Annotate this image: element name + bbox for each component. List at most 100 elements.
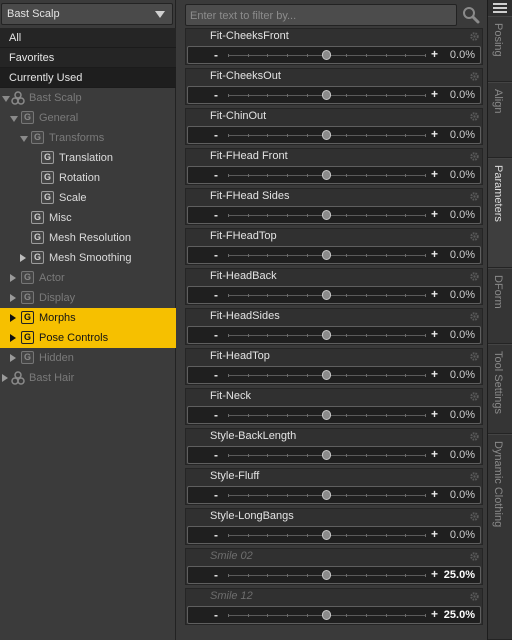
filter-currently-used[interactable]: Currently Used [0,68,176,88]
decrement-button[interactable]: - [214,168,218,182]
gear-icon[interactable] [469,351,480,362]
parameter-value[interactable]: 0.0% [450,169,475,181]
tree-item-actor[interactable]: G Actor [0,268,176,288]
parameter-slider-fit-chinout[interactable]: Fit-ChinOut - + 0.0% [185,108,483,145]
expand-right-icon[interactable] [2,374,8,382]
parameter-value[interactable]: 0.0% [450,489,475,501]
parameter-slider-fit-fhead-front[interactable]: Fit-FHead Front - + 0.0% [185,148,483,185]
increment-button[interactable]: + [431,607,438,621]
tab-posing[interactable]: Posing [488,16,512,82]
slider-knob[interactable] [322,610,331,620]
increment-button[interactable]: + [431,447,438,461]
slider-knob[interactable] [322,90,331,100]
slider-knob[interactable] [322,410,331,420]
tree-item-bast-hair[interactable]: Bast Hair [0,368,176,388]
parameter-value[interactable]: 0.0% [450,289,475,301]
decrement-button[interactable]: - [214,368,218,382]
decrement-button[interactable]: - [214,328,218,342]
parameter-value[interactable]: 0.0% [450,49,475,61]
tree-item-morphs[interactable]: G Morphs [0,308,176,328]
increment-button[interactable]: + [431,207,438,221]
parameter-value[interactable]: 0.0% [450,209,475,221]
tree-item-scale[interactable]: G Scale [0,188,176,208]
gear-icon[interactable] [469,111,480,122]
parameter-value[interactable]: 0.0% [450,249,475,261]
increment-button[interactable]: + [431,367,438,381]
parameter-value[interactable]: 0.0% [450,369,475,381]
slider-field[interactable]: - + 0.0% [187,486,481,504]
parameter-value[interactable]: 0.0% [450,129,475,141]
increment-button[interactable]: + [431,87,438,101]
increment-button[interactable]: + [431,247,438,261]
slider-field[interactable]: - + 25.0% [187,566,481,584]
tab-menu-icon[interactable] [490,1,510,15]
slider-field[interactable]: - + 0.0% [187,366,481,384]
tree-item-bast-scalp[interactable]: Bast Scalp [0,88,176,108]
tree-item-mesh-smoothing[interactable]: G Mesh Smoothing [0,248,176,268]
tree-item-mesh-resolution[interactable]: G Mesh Resolution [0,228,176,248]
expand-right-icon[interactable] [10,314,16,322]
slider-field[interactable]: - + 0.0% [187,286,481,304]
decrement-button[interactable]: - [214,488,218,502]
increment-button[interactable]: + [431,127,438,141]
decrement-button[interactable]: - [214,288,218,302]
increment-button[interactable]: + [431,527,438,541]
slider-field[interactable]: - + 0.0% [187,166,481,184]
slider-knob[interactable] [322,290,331,300]
tab-dynamic-clothing[interactable]: Dynamic Clothing [488,434,512,640]
tree-item-general[interactable]: G General [0,108,176,128]
slider-field[interactable]: - + 0.0% [187,126,481,144]
filter-search-input[interactable]: Enter text to filter by... [185,4,457,26]
filter-favorites[interactable]: Favorites [0,48,176,68]
tree-item-hidden[interactable]: G Hidden [0,348,176,368]
parameter-slider-smile-02[interactable]: Smile 02 - + 25.0% [185,548,483,585]
slider-knob[interactable] [322,490,331,500]
increment-button[interactable]: + [431,487,438,501]
chevron-down-icon[interactable] [155,11,165,18]
expand-right-icon[interactable] [10,354,16,362]
gear-icon[interactable] [469,191,480,202]
gear-icon[interactable] [469,391,480,402]
decrement-button[interactable]: - [214,248,218,262]
tree-item-misc[interactable]: G Misc [0,208,176,228]
decrement-button[interactable]: - [214,528,218,542]
parameter-slider-smile-12[interactable]: Smile 12 - + 25.0% [185,588,483,625]
slider-field[interactable]: - + 0.0% [187,86,481,104]
expand-right-icon[interactable] [10,294,16,302]
slider-knob[interactable] [322,250,331,260]
scope-dropdown[interactable]: Bast Scalp [1,3,173,25]
gear-icon[interactable] [469,431,480,442]
decrement-button[interactable]: - [214,608,218,622]
slider-field[interactable]: - + 0.0% [187,326,481,344]
search-icon[interactable] [459,5,483,25]
parameter-slider-fit-fhead-sides[interactable]: Fit-FHead Sides - + 0.0% [185,188,483,225]
slider-field[interactable]: - + 0.0% [187,526,481,544]
parameter-slider-fit-cheeksfront[interactable]: Fit-CheeksFront - + 0.0% [185,28,483,65]
gear-icon[interactable] [469,71,480,82]
parameter-value[interactable]: 25.0% [444,609,475,621]
slider-knob[interactable] [322,170,331,180]
parameter-slider-fit-headback[interactable]: Fit-HeadBack - + 0.0% [185,268,483,305]
increment-button[interactable]: + [431,327,438,341]
tree-item-pose-controls[interactable]: G Pose Controls [0,328,176,348]
tab-parameters[interactable]: Parameters [488,158,512,268]
parameter-value[interactable]: 0.0% [450,449,475,461]
slider-knob[interactable] [322,130,331,140]
slider-field[interactable]: - + 25.0% [187,606,481,624]
slider-field[interactable]: - + 0.0% [187,406,481,424]
tab-dform[interactable]: DForm [488,268,512,344]
increment-button[interactable]: + [431,287,438,301]
parameter-slider-fit-neck[interactable]: Fit-Neck - + 0.0% [185,388,483,425]
slider-field[interactable]: - + 0.0% [187,446,481,464]
increment-button[interactable]: + [431,407,438,421]
parameter-slider-style-longbangs[interactable]: Style-LongBangs - + 0.0% [185,508,483,545]
increment-button[interactable]: + [431,567,438,581]
increment-button[interactable]: + [431,167,438,181]
parameter-slider-fit-headsides[interactable]: Fit-HeadSides - + 0.0% [185,308,483,345]
tree-item-display[interactable]: G Display [0,288,176,308]
expand-right-icon[interactable] [10,334,16,342]
gear-icon[interactable] [469,231,480,242]
parameter-value[interactable]: 0.0% [450,409,475,421]
parameter-value[interactable]: 0.0% [450,529,475,541]
expand-right-icon[interactable] [20,254,26,262]
